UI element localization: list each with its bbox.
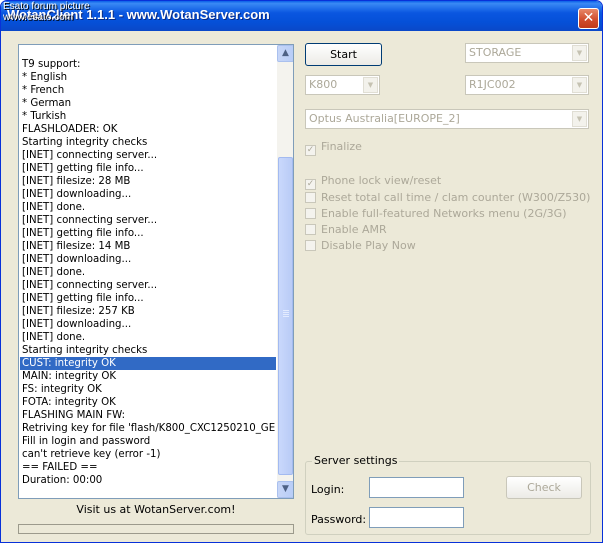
log-line[interactable]: T9 support: bbox=[20, 58, 276, 71]
log-line[interactable]: CUST: integrity OK bbox=[20, 357, 276, 370]
log-lines: T9 support: * English * French * German * Tu… bbox=[20, 58, 276, 487]
log-line[interactable]: [INET] done. bbox=[20, 201, 276, 214]
scroll-thumb[interactable] bbox=[278, 157, 293, 475]
checkmark-icon[interactable]: ✓ bbox=[305, 179, 316, 190]
option-checkbox-row[interactable]: ✓ Phone lock view/reset bbox=[305, 174, 442, 190]
log-line[interactable]: [INET] done. bbox=[20, 266, 276, 279]
log-line[interactable]: [INET] filesize: 14 MB bbox=[20, 240, 276, 253]
log-line[interactable]: FS: integrity OK bbox=[20, 383, 276, 396]
checkbox[interactable] bbox=[305, 208, 316, 219]
checkbox[interactable] bbox=[305, 192, 316, 203]
option-label: Enable full-featured Networks menu (2G/3… bbox=[321, 207, 567, 220]
scroll-up-icon: ▲ bbox=[282, 48, 289, 58]
visit-link-text[interactable]: Visit us at WotanServer.com! bbox=[18, 503, 294, 519]
option-checkbox-row[interactable]: Reset total call time / clam counter (W3… bbox=[305, 191, 590, 205]
region-select[interactable]: Optus Australia[EUROPE_2] ▼ bbox=[305, 109, 589, 129]
scroll-down-icon: ▼ bbox=[282, 484, 289, 494]
chevron-down-icon: ▼ bbox=[363, 77, 378, 93]
checkbox[interactable] bbox=[305, 240, 316, 251]
log-line[interactable]: [INET] connecting server... bbox=[20, 214, 276, 227]
chevron-down-icon: ▼ bbox=[572, 45, 587, 61]
option-label: Reset total call time / clam counter (W3… bbox=[321, 191, 591, 204]
scroll-grip-icon bbox=[283, 310, 289, 311]
login-input[interactable] bbox=[369, 477, 464, 498]
log-line[interactable]: FLASHLOADER: OK bbox=[20, 123, 276, 136]
option-label: Phone lock view/reset bbox=[321, 174, 442, 187]
watermark-line-1: Esato forum picture bbox=[3, 1, 90, 12]
title-bar[interactable]: WotanClient 1.1.1 - www.WotanServer.com … bbox=[1, 1, 602, 31]
option-label: Finalize bbox=[321, 140, 362, 153]
watermark: Esato forum picture www.esato.com bbox=[3, 1, 90, 23]
option-checkbox-row[interactable]: Disable Play Now bbox=[305, 239, 416, 253]
log-line[interactable]: [INET] getting file info... bbox=[20, 227, 276, 240]
log-line[interactable]: [INET] done. bbox=[20, 331, 276, 344]
log-line[interactable]: Starting integrity checks bbox=[20, 344, 276, 357]
log-line[interactable]: [INET] getting file info... bbox=[20, 162, 276, 175]
option-checkbox-row[interactable]: Enable full-featured Networks menu (2G/3… bbox=[305, 207, 567, 221]
log-line[interactable]: [INET] getting file info... bbox=[20, 292, 276, 305]
app-window: WotanClient 1.1.1 - www.WotanServer.com … bbox=[0, 0, 603, 543]
chevron-down-icon: ▼ bbox=[572, 77, 587, 93]
close-icon: ✕ bbox=[582, 10, 595, 26]
log-line[interactable]: MAIN: integrity OK bbox=[20, 370, 276, 383]
checkbox[interactable] bbox=[305, 224, 316, 235]
close-button[interactable]: ✕ bbox=[578, 8, 599, 29]
scroll-down-button[interactable]: ▼ bbox=[277, 481, 293, 498]
log-line[interactable]: FLASHING MAIN FW: bbox=[20, 409, 276, 422]
log-line[interactable]: [INET] downloading... bbox=[20, 253, 276, 266]
firmware-select[interactable]: R1JC002 ▼ bbox=[465, 75, 589, 95]
phone-model-value: K800 bbox=[309, 78, 338, 91]
log-line[interactable]: == FAILED == bbox=[20, 461, 276, 474]
storage-select[interactable]: STORAGE ▼ bbox=[465, 43, 589, 63]
log-line[interactable]: Starting integrity checks bbox=[20, 136, 276, 149]
option-label: Enable AMR bbox=[321, 223, 387, 236]
log-line[interactable]: * English bbox=[20, 71, 276, 84]
option-label: Disable Play Now bbox=[321, 239, 416, 252]
password-label: Password: bbox=[311, 513, 367, 526]
log-list[interactable]: T9 support: * English * French * German * Tu… bbox=[18, 44, 294, 499]
scroll-up-button[interactable]: ▲ bbox=[277, 45, 293, 62]
phone-model-select[interactable]: K800 ▼ bbox=[305, 75, 380, 95]
log-line[interactable]: [INET] connecting server... bbox=[20, 149, 276, 162]
log-line[interactable]: Fill in login and password bbox=[20, 435, 276, 448]
log-line[interactable]: can't retrieve key (error -1) bbox=[20, 448, 276, 461]
chevron-down-icon: ▼ bbox=[572, 111, 587, 127]
log-line[interactable]: Duration: 00:00 bbox=[20, 474, 276, 487]
password-input[interactable] bbox=[369, 507, 464, 528]
log-scrollbar[interactable]: ▲ ▼ bbox=[277, 45, 293, 498]
log-line[interactable]: Retriving key for file 'flash/K800_CXC12… bbox=[20, 422, 276, 435]
status-bar bbox=[18, 524, 294, 534]
login-label: Login: bbox=[311, 483, 345, 496]
start-button[interactable]: Start bbox=[305, 43, 382, 66]
watermark-line-2: www.esato.com bbox=[3, 12, 74, 23]
log-line[interactable]: [INET] filesize: 28 MB bbox=[20, 175, 276, 188]
log-line[interactable]: * German bbox=[20, 97, 276, 110]
log-line[interactable]: [INET] downloading... bbox=[20, 318, 276, 331]
check-button[interactable]: Check bbox=[506, 476, 582, 499]
checkmark-icon[interactable]: ✓ bbox=[305, 145, 316, 156]
region-value: Optus Australia[EUROPE_2] bbox=[309, 112, 460, 125]
log-line[interactable]: FOTA: integrity OK bbox=[20, 396, 276, 409]
option-checkbox-row[interactable]: Enable AMR bbox=[305, 223, 387, 237]
storage-select-value: STORAGE bbox=[469, 46, 522, 59]
log-line[interactable]: [INET] connecting server... bbox=[20, 279, 276, 292]
firmware-value: R1JC002 bbox=[469, 78, 516, 91]
server-settings-title: Server settings bbox=[312, 454, 400, 467]
log-line[interactable]: * French bbox=[20, 84, 276, 97]
log-line[interactable]: [INET] downloading... bbox=[20, 188, 276, 201]
log-line[interactable]: * Turkish bbox=[20, 110, 276, 123]
option-checkbox-row[interactable]: ✓ Finalize bbox=[305, 140, 362, 156]
log-line[interactable]: [INET] filesize: 257 KB bbox=[20, 305, 276, 318]
